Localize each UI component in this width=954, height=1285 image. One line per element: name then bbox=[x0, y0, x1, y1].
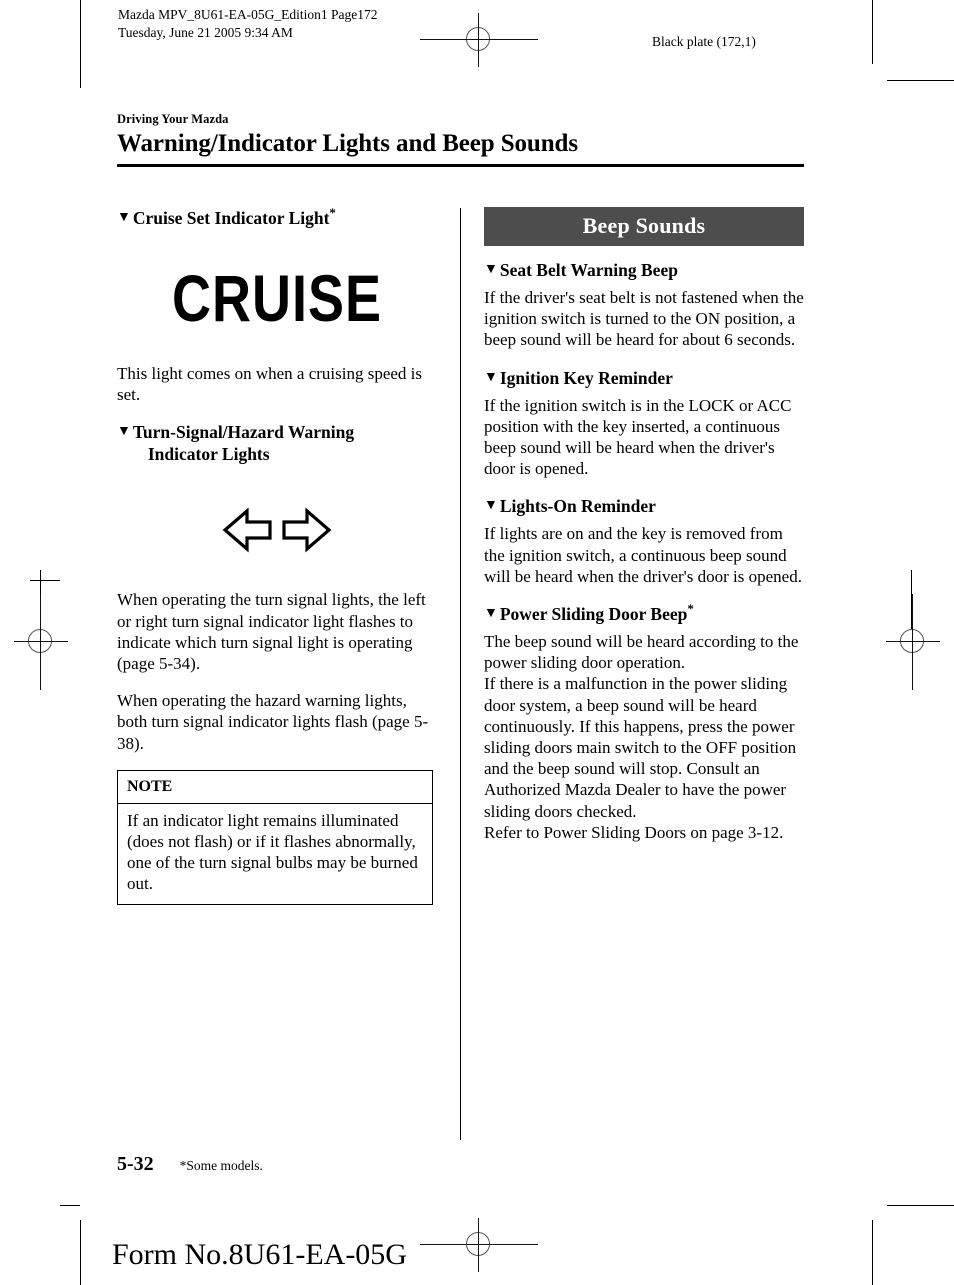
crop-mark-bottom-left-horizontal bbox=[60, 1205, 80, 1206]
section-heading-label: Power Sliding Door Beep bbox=[499, 604, 688, 625]
triangle-bullet-icon: ▼ bbox=[117, 210, 131, 225]
section-heading-label: Lights-On Reminder bbox=[499, 496, 656, 517]
registration-hline bbox=[420, 39, 538, 40]
registration-vline bbox=[40, 594, 41, 690]
turn-signal-arrows-graphic bbox=[117, 471, 437, 589]
registration-mark-left bbox=[14, 594, 68, 690]
triangle-bullet-icon: ▼ bbox=[484, 369, 498, 385]
registration-mark-top bbox=[420, 13, 570, 67]
crop-mark-top-right-vertical bbox=[872, 0, 873, 64]
title-rule bbox=[117, 164, 804, 167]
page-header: Driving Your Mazda Warning/Indicator Lig… bbox=[117, 112, 804, 167]
registration-hline bbox=[420, 1244, 538, 1245]
section-heading-power-sliding-door-beep: ▼ Power Sliding Door Beep* bbox=[484, 601, 804, 625]
crop-mark-top-right-horizontal bbox=[887, 80, 954, 81]
chapter-label: Driving Your Mazda bbox=[117, 112, 229, 126]
left-column: ▼ Cruise Set Indicator Light* CRUISE Thi… bbox=[117, 205, 437, 905]
note-box-text: If an indicator light remains illuminate… bbox=[127, 810, 418, 894]
section-heading-label-line2: Indicator Lights bbox=[147, 444, 270, 465]
cruise-description-paragraph: This light comes on when a cruising spee… bbox=[117, 364, 423, 405]
registration-hline bbox=[14, 641, 68, 642]
section-heading-ignition-key-reminder: ▼ Ignition Key Reminder bbox=[484, 367, 804, 389]
beep-sounds-band-title: Beep Sounds bbox=[484, 207, 804, 246]
cruise-indicator-graphic: CRUISE bbox=[117, 235, 437, 363]
section-heading-seat-belt-warning-beep: ▼ Seat Belt Warning Beep bbox=[484, 259, 804, 281]
note-box-title: NOTE bbox=[118, 771, 432, 804]
registration-vline bbox=[478, 13, 479, 67]
section-heading-label: Seat Belt Warning Beep bbox=[499, 260, 678, 280]
page-number: 5-32 bbox=[117, 1153, 154, 1175]
footnote-star: * bbox=[687, 601, 694, 617]
crop-mark-bottom-right-horizontal bbox=[887, 1205, 954, 1206]
crop-mark-left-edge-upper bbox=[30, 580, 60, 581]
manual-page: Mazda MPV_8U61-EA-05G_Edition1 Page172 T… bbox=[0, 0, 954, 1285]
triangle-bullet-icon: ▼ bbox=[484, 606, 498, 622]
right-column: Beep Sounds ▼ Seat Belt Warning Beep If … bbox=[484, 207, 804, 859]
print-slug-line-2: Tuesday, June 21 2005 9:34 AM bbox=[118, 25, 293, 40]
footnote-star: * bbox=[329, 205, 336, 221]
black-plate-label: Black plate (172,1) bbox=[652, 34, 756, 49]
turn-signal-paragraph-1: When operating the turn signal lights, t… bbox=[117, 590, 426, 674]
section-heading-turn-signal-hazard-warning: ▼ Turn-Signal/Hazard Warning Indicator L… bbox=[117, 421, 437, 465]
section-heading-label-line1: Turn-Signal/Hazard Warning bbox=[132, 422, 355, 443]
note-box: NOTE If an indicator light remains illum… bbox=[117, 769, 433, 905]
print-slug-line-1: Mazda MPV_8U61-EA-05G_Edition1 Page172 bbox=[118, 7, 378, 22]
column-divider bbox=[460, 208, 461, 1140]
section-heading-label: Cruise Set Indicator Light bbox=[132, 208, 330, 228]
cruise-indicator-text: CRUISE bbox=[171, 262, 383, 336]
seat-belt-warning-beep-body: If the driver's seat belt is not fastene… bbox=[484, 288, 804, 350]
power-sliding-door-beep-body: The beep sound will be heard according t… bbox=[484, 632, 799, 842]
footnote-some-models: *Some models. bbox=[179, 1158, 263, 1173]
body-columns: ▼ Cruise Set Indicator Light* CRUISE Thi… bbox=[117, 205, 804, 1152]
section-heading-lights-on-reminder: ▼ Lights-On Reminder bbox=[484, 495, 804, 517]
registration-mark-bottom bbox=[420, 1218, 570, 1272]
triangle-bullet-icon: ▼ bbox=[484, 498, 498, 514]
registration-mark-right bbox=[886, 594, 940, 690]
ignition-key-reminder-body: If the ignition switch is in the LOCK or… bbox=[484, 395, 792, 479]
page-footer: 5-32 *Some models. bbox=[117, 1153, 804, 1176]
section-heading-cruise-set-indicator-light: ▼ Cruise Set Indicator Light* bbox=[117, 205, 437, 229]
left-block-arrow-icon bbox=[222, 507, 272, 553]
registration-hline bbox=[886, 641, 940, 642]
crop-mark-top-left-vertical bbox=[80, 0, 81, 88]
form-number: Form No.8U61-EA-05G bbox=[112, 1238, 407, 1271]
triangle-bullet-icon: ▼ bbox=[484, 262, 498, 277]
registration-vline bbox=[478, 1218, 479, 1272]
lights-on-reminder-body: If lights are on and the key is removed … bbox=[484, 524, 802, 586]
registration-vline bbox=[912, 594, 913, 690]
triangle-bullet-icon: ▼ bbox=[117, 424, 131, 440]
crop-mark-bottom-left-vertical bbox=[80, 1220, 81, 1285]
section-heading-label: Ignition Key Reminder bbox=[499, 367, 673, 388]
crop-mark-bottom-right-vertical bbox=[872, 1220, 873, 1285]
page-title: Warning/Indicator Lights and Beep Sounds bbox=[117, 130, 578, 157]
right-block-arrow-icon bbox=[282, 507, 332, 553]
turn-signal-paragraph-2: When operating the hazard warning lights… bbox=[117, 691, 429, 753]
